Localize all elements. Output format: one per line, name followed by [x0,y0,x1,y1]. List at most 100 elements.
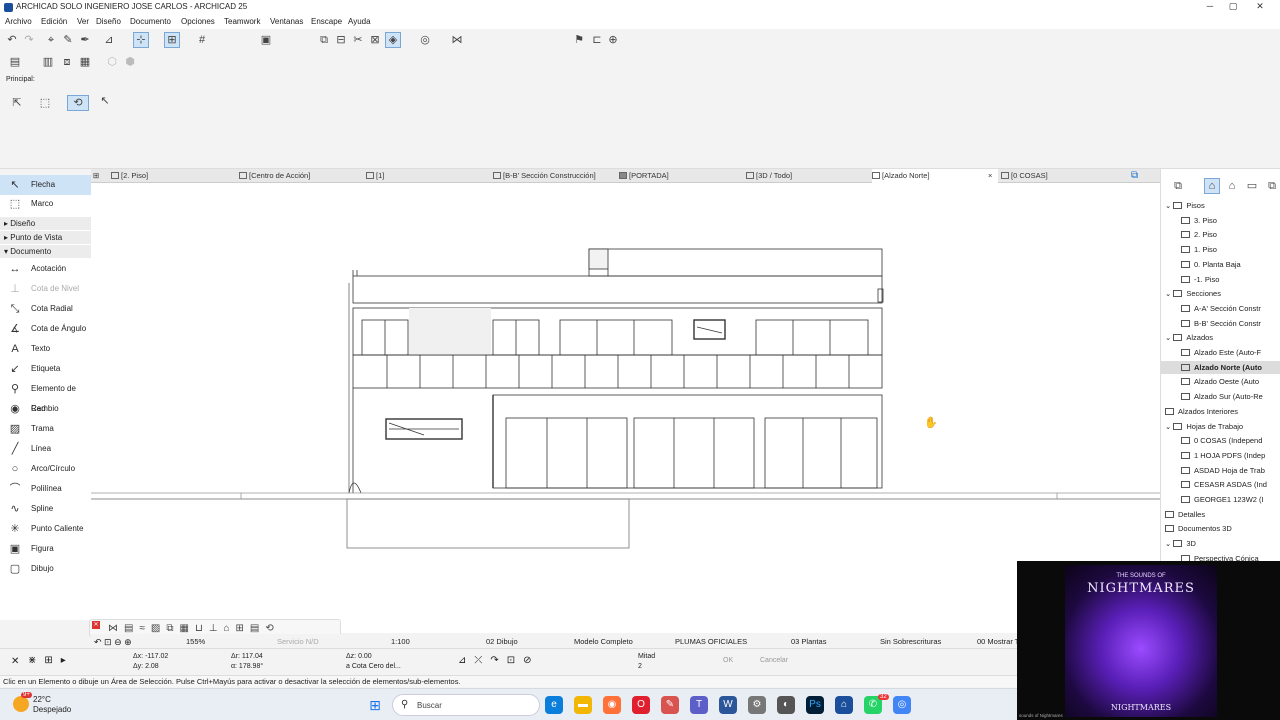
navigator-item[interactable]: ⌄ Secciones [1165,287,1279,300]
tool-cota-de-angulo[interactable]: ∡ Cota de Ángulo [0,319,91,339]
tool-punto-caliente[interactable]: ✳ Punto Caliente [0,519,91,539]
word-icon[interactable]: W [719,696,737,714]
scale-field[interactable]: 1:100 [391,637,410,646]
app-icon[interactable]: ✎ [661,696,679,714]
undo-icon[interactable]: ↶ [5,33,19,47]
suspend-groups-icon[interactable]: ▣ [259,33,273,47]
publisher-sets-icon[interactable]: ⧉ [1265,179,1279,193]
navigator-item[interactable]: Alzado Este (Auto-F [1181,346,1279,359]
navigator-item[interactable]: 3. Piso [1181,214,1279,227]
bim-components-icon[interactable]: ⧈ [60,55,74,69]
section-punto-de-vista[interactable]: ▸ Punto de Vista [0,231,91,244]
menu-opciones[interactable]: Opciones [181,17,215,26]
chevron-down-icon[interactable]: ⌄ [1165,201,1173,210]
tool-trama[interactable]: ▨ Trama [0,419,91,439]
quick-selection-icon[interactable]: ⟲ [67,95,89,111]
close-tab-icon[interactable]: × [988,169,992,183]
taskbar-search[interactable]: ⚲ Buscar [392,694,540,716]
navigator-item[interactable]: Alzado Sur (Auto-Re [1181,390,1279,403]
graphic-overrides-field[interactable]: Sin Sobrescrituras [880,637,941,646]
navigator-item[interactable]: Alzado Oeste (Auto [1181,375,1279,388]
tab-alzado-norte[interactable]: [Alzado Norte] × [872,169,998,183]
opera-icon[interactable]: O [632,696,650,714]
chevron-down-icon[interactable]: ⌄ [1165,333,1173,342]
navigator-item[interactable]: Alzados Interiores [1165,405,1279,418]
ungroup-icon[interactable]: ⊟ [334,33,348,47]
edit-mode-icons[interactable]: ⊿⤫↷⊡⊘ [458,655,540,666]
library-icon[interactable]: ▦ [78,55,92,69]
globe-icon[interactable]: ⊕ [606,33,620,47]
close-window-button[interactable]: ✕ [1248,1,1272,13]
snap-options-icons[interactable]: ⋇⊞▸ [28,655,74,666]
tab-bb-seccion[interactable]: [B-B' Sección Construcción] [493,169,613,183]
tab-centro-de-accion[interactable]: [Centro de Acción] [239,169,359,183]
teams-icon[interactable]: T [690,696,708,714]
navigator-item[interactable]: 0. Planta Baja [1181,258,1279,271]
arrow-mode-icon[interactable]: ↖ [98,94,112,108]
edge-icon[interactable]: e [545,696,563,714]
tool-acotacion[interactable]: ↔ Acotación [0,259,91,279]
navigator-item[interactable]: CESASR ASDAS (Ind [1181,478,1279,491]
renovation-filter-field[interactable]: 00 Mostrar T [977,637,1019,646]
teamwork-receive-icon[interactable]: ⬢ [123,55,137,69]
tab-views-overview[interactable]: ⊞ [93,169,99,183]
menu-documento[interactable]: Documento [130,17,171,26]
section-diseno[interactable]: ▸ Diseño [0,217,91,230]
close-palette-icon[interactable]: ✕ [92,621,100,629]
tool-dibujo[interactable]: ▢ Dibujo [0,559,91,579]
windows-start-icon[interactable]: ⊞ [366,696,384,714]
navigator-item[interactable]: Detalles [1165,508,1279,521]
menu-archivo[interactable]: Archivo [5,17,32,26]
navigator-item[interactable]: Alzado Norte (Auto [1161,360,1280,374]
partial-structure-field[interactable]: 03 Plantas [791,637,826,646]
github-icon[interactable]: ◐ [777,696,795,714]
marquee-shape-icon[interactable]: ⬚ [38,96,52,110]
guide-lines-icon[interactable]: ⊹ [133,32,149,48]
tool-spline[interactable]: ∿ Spline [0,499,91,519]
navigator-item[interactable]: 1 HOJA PDFS (Indep [1181,449,1279,462]
trim-icon[interactable]: ⋈ [450,33,464,47]
close-tracker-icon[interactable]: ✕ [11,656,19,667]
menu-teamwork[interactable]: Teamwork [224,17,260,26]
firefox-icon[interactable]: ◉ [603,696,621,714]
navigator-item[interactable]: ASDAD Hoja de Trab [1181,464,1279,477]
chrome-icon[interactable]: ◎ [893,696,911,714]
zoom-level[interactable]: 155% [186,637,205,646]
markup-icon[interactable]: ⊏ [590,33,604,47]
navigator-item[interactable]: ⌄ Alzados [1165,331,1279,344]
tool-cota-radial[interactable]: ⤡ Cota Radial [0,299,91,319]
tab-1[interactable]: [1] [366,169,486,183]
snap-guides-icon[interactable]: ⊞ [164,32,180,48]
navigator-item[interactable]: B-B' Sección Constr [1181,317,1279,330]
chevron-down-icon[interactable]: ⌄ [1165,539,1173,548]
navigator-item[interactable]: Documentos 3D [1165,522,1279,535]
elevation-drawing[interactable]: ✋ [91,183,1160,633]
menu-diseno[interactable]: Diseño [96,17,121,26]
navigator-item[interactable]: ⌄ 3D [1165,537,1279,550]
chevron-down-icon[interactable]: ⌄ [1165,289,1173,298]
tool-texto[interactable]: A Texto [0,339,91,359]
video-overlay[interactable]: THE SOUNDS OF NIGHTMARES NIGHTMARES soun… [1017,561,1280,720]
layer-combination-field[interactable]: 02 Dibujo [486,637,518,646]
tool-etiqueta[interactable]: ↙ Etiqueta [0,359,91,379]
navigator-item[interactable]: 0 COSAS (Independ [1181,434,1279,447]
cut-elements-icon[interactable]: ✂ [351,33,365,47]
navigator-item[interactable]: GEORGE1 123W2 (I [1181,493,1279,506]
tool-cambio[interactable]: ◉ Cambio [0,399,91,419]
cancel-button[interactable]: Cancelar [760,657,788,664]
group-icon[interactable]: ⧉ [317,33,331,47]
maximize-button[interactable]: ▢ [1221,1,1245,13]
teamwork-send-icon[interactable]: ⬡ [105,55,119,69]
flag-icon[interactable]: ⚑ [572,33,586,47]
navigator-item[interactable]: 1. Piso [1181,243,1279,256]
tool-linea[interactable]: ╱ Línea [0,439,91,459]
menu-edicion[interactable]: Edición [41,17,67,26]
minimize-button[interactable]: ─ [1198,1,1222,13]
redo-icon[interactable]: ↷ [22,33,36,47]
tool-flecha[interactable]: ↖ Flecha [0,175,91,195]
layer-combination-icon[interactable]: ◈ [385,32,401,48]
tool-figura[interactable]: ▣ Figura [0,539,91,559]
pet-palette-icons[interactable]: ⋈▤≈▨⧉▦⊔⊥⌂⊞▤⟲ [108,623,280,634]
navigator-item[interactable]: A-A' Sección Constr [1181,302,1279,315]
explode-icon[interactable]: ⊠ [368,33,382,47]
